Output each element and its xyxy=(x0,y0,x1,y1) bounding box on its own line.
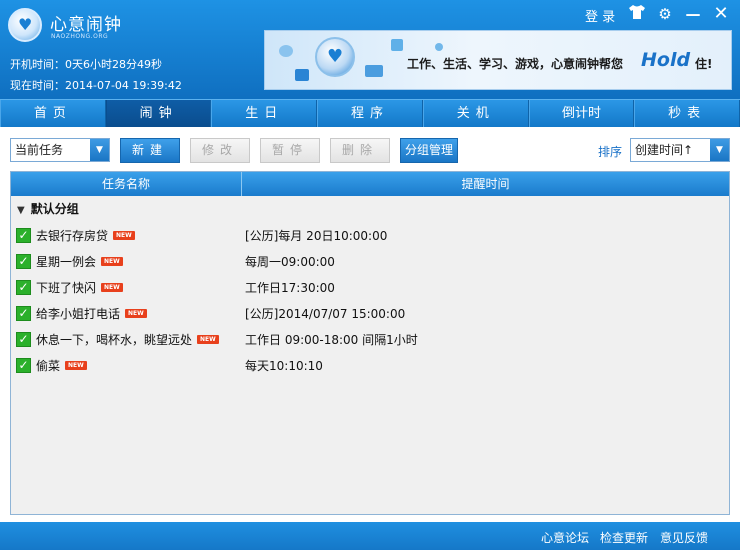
task-name: 下班了快闪 xyxy=(36,280,97,295)
task-time: 每周一09:00:00 xyxy=(245,254,335,269)
close-icon[interactable]: ✕ xyxy=(711,4,731,24)
table-row[interactable]: ✓ 下班了快闪 NEW 工作日17:30:00 xyxy=(11,274,729,300)
checkbox[interactable]: ✓ xyxy=(16,227,31,243)
table-row[interactable]: ✓ 休息一下，喝杯水，眺望远处 NEW 工作日 09:00-18:00 间隔1小时 xyxy=(11,326,729,352)
task-list: 任务名称 提醒时间 ▼ 默认分组 ✓ 去银行存房贷 NEW [公历]每月 20日10:… xyxy=(10,171,730,515)
app-logo: ♥ xyxy=(8,8,42,42)
checkbox[interactable]: ✓ xyxy=(16,253,31,269)
checklist-icon xyxy=(391,39,403,51)
new-badge: NEW xyxy=(113,230,135,240)
tab-birthday[interactable]: 生日 xyxy=(211,100,318,127)
app-domain: NAOZHONG.ORG xyxy=(51,33,109,40)
table-row[interactable]: ✓ 星期一例会 NEW 每周一09:00:00 xyxy=(11,248,729,274)
column-task-name[interactable]: 任务名称 xyxy=(11,172,242,196)
dropdown-arrow-icon[interactable]: ▼ xyxy=(90,139,109,161)
checkbox[interactable]: ✓ xyxy=(16,305,31,321)
new-badge: NEW xyxy=(125,308,147,318)
task-name: 休息一下，喝杯水，眺望远处 xyxy=(36,332,193,347)
new-button[interactable]: 新建 xyxy=(120,138,180,163)
sort-select[interactable]: 创建时间↑ ▼ xyxy=(630,138,730,162)
task-name: 去银行存房贷 xyxy=(36,228,109,243)
current-time-text: 现在时间：2014-07-04 19:39:42 xyxy=(10,79,182,92)
task-time: [公历]每月 20日10:00:00 xyxy=(245,228,388,243)
id-card-icon xyxy=(365,65,383,77)
task-name: 偷菜 xyxy=(36,358,61,373)
column-remind-time[interactable]: 提醒时间 xyxy=(242,172,729,196)
new-badge: NEW xyxy=(101,256,123,266)
toolbar: 当前任务 ▼ 新建 修改 暂停 删除 分组管理 排序 创建时间↑ ▼ xyxy=(0,127,740,171)
banner-text: 工作、生活、学习、游戏，心意闹钟帮您 xyxy=(407,57,624,71)
group-name: 默认分组 xyxy=(30,202,79,216)
new-badge: NEW xyxy=(65,360,87,370)
login-link[interactable]: 登 录 xyxy=(585,6,615,25)
chevron-down-icon[interactable]: ▼ xyxy=(17,205,25,216)
group-manage-button[interactable]: 分组管理 xyxy=(400,138,458,163)
table-row[interactable]: ✓ 偷菜 NEW 每天10:10:10 xyxy=(11,352,729,378)
feedback-link[interactable]: 意见反馈 xyxy=(660,529,708,546)
tab-stopwatch[interactable]: 秒表 xyxy=(634,100,740,127)
task-time: 工作日17:30:00 xyxy=(245,280,335,295)
task-name: 星期一例会 xyxy=(36,254,97,269)
minimize-icon[interactable]: — xyxy=(683,4,703,24)
checkbox[interactable]: ✓ xyxy=(16,331,31,347)
shirt-icon[interactable] xyxy=(627,4,647,24)
list-body: ▼ 默认分组 ✓ 去银行存房贷 NEW [公历]每月 20日10:00:00 ✓ 星期一… xyxy=(11,196,729,514)
new-badge: NEW xyxy=(101,282,123,292)
tab-program[interactable]: 程序 xyxy=(317,100,423,127)
table-row[interactable]: ✓ 给李小姐打电话 NEW [公历]2014/07/07 15:00:00 xyxy=(11,300,729,326)
task-time: 每天10:10:10 xyxy=(245,358,323,373)
main-nav: 首页 闹钟 生日 程序 关机 倒计时 秒表 xyxy=(0,99,740,127)
group-row[interactable]: ▼ 默认分组 xyxy=(11,196,729,222)
keyboard-icon xyxy=(295,69,309,81)
app-window: ♥ 心意闹钟 NAOZHONG.ORG 开机时间：0天6小时28分49秒 现在时… xyxy=(0,0,740,550)
checkbox[interactable]: ✓ xyxy=(16,279,31,295)
list-header: 任务名称 提醒时间 xyxy=(11,172,729,196)
uptime-text: 开机时间：0天6小时28分49秒 xyxy=(10,58,162,71)
heart-icon: ♥ xyxy=(327,46,344,67)
app-title: 心意闹钟 xyxy=(50,15,122,35)
content-panel: 当前任务 ▼ 新建 修改 暂停 删除 分组管理 排序 创建时间↑ ▼ 任务名称 … xyxy=(0,127,740,522)
check-update-link[interactable]: 检查更新 xyxy=(600,529,648,546)
delete-button[interactable]: 删除 xyxy=(330,138,390,163)
new-badge: NEW xyxy=(197,334,219,344)
tab-home[interactable]: 首页 xyxy=(0,100,106,127)
table-row[interactable]: ✓ 去银行存房贷 NEW [公历]每月 20日10:00:00 xyxy=(11,222,729,248)
task-filter-select[interactable]: 当前任务 ▼ xyxy=(10,138,110,162)
status-bar: 心意论坛 检查更新 意见反馈 xyxy=(0,522,740,550)
banner-hold-text: Hold xyxy=(641,49,691,71)
tab-shutdown[interactable]: 关机 xyxy=(422,100,529,127)
task-name: 给李小姐打电话 xyxy=(36,306,121,321)
pause-button[interactable]: 暂停 xyxy=(260,138,320,163)
heart-icon: ♥ xyxy=(18,15,33,34)
mask-icon xyxy=(435,43,443,51)
tab-alarm[interactable]: 闹钟 xyxy=(105,100,212,127)
clock-icon: ♥ xyxy=(315,37,355,77)
edit-button[interactable]: 修改 xyxy=(190,138,250,163)
tab-countdown[interactable]: 倒计时 xyxy=(528,100,635,127)
forum-link[interactable]: 心意论坛 xyxy=(541,529,589,546)
gear-icon[interactable]: ⚙ xyxy=(655,4,675,24)
task-time: 工作日 09:00-18:00 间隔1小时 xyxy=(245,332,418,347)
dropdown-arrow-icon[interactable]: ▼ xyxy=(710,139,729,161)
title-bar: ♥ 心意闹钟 NAOZHONG.ORG 开机时间：0天6小时28分49秒 现在时… xyxy=(0,0,740,99)
task-time: [公历]2014/07/07 15:00:00 xyxy=(245,306,406,321)
checkbox[interactable]: ✓ xyxy=(16,357,31,373)
task-filter-value: 当前任务 xyxy=(15,143,64,157)
ad-banner[interactable]: ♥ 工作、生活、学习、游戏，心意闹钟帮您 Hold 住! xyxy=(264,30,732,90)
sort-value: 创建时间↑ xyxy=(635,143,694,157)
banner-tail-text: 住! xyxy=(695,57,713,71)
sort-label: 排序 xyxy=(598,145,623,159)
power-icon xyxy=(279,45,293,57)
